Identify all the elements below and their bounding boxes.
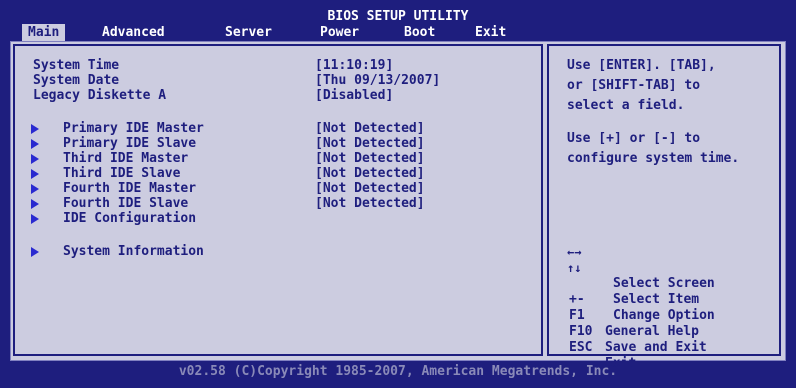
- submenu-system-information[interactable]: System Information: [15, 244, 535, 260]
- help-panel: Use [ENTER]. [TAB], or [SHIFT-TAB] to se…: [547, 44, 781, 371]
- submenu-arrow-icon: [31, 214, 39, 224]
- key-help-exit: ESC Exit: [563, 324, 777, 371]
- submenu-label: Third IDE Master: [63, 151, 189, 166]
- left-right-arrows-icon: ←→: [567, 245, 582, 259]
- submenu-value: [Not Detected]: [315, 196, 425, 211]
- tab-advanced[interactable]: Advanced: [102, 24, 165, 42]
- key-help-desc: Save and Exit: [605, 340, 707, 355]
- submenu-value: [Not Detected]: [315, 151, 425, 166]
- copyright-footer: v02.58 (C)Copyright 1985-2007, American …: [178, 364, 618, 379]
- key-help-select-screen: ←→ Select Screen: [563, 244, 777, 291]
- submenu-third-ide-slave[interactable]: Third IDE Slave [Not Detected]: [15, 166, 535, 182]
- tab-main[interactable]: Main: [22, 24, 66, 42]
- tab-server[interactable]: Server: [225, 24, 272, 42]
- submenu-arrow-icon: [31, 199, 39, 209]
- up-down-arrows-icon: ↑↓: [567, 261, 582, 275]
- submenu-arrow-icon: [31, 169, 39, 179]
- setting-legacy-diskette-a[interactable]: Legacy Diskette A [Disabled]: [15, 88, 535, 104]
- bios-frame: System Time [11:10:19] System Date [Thu …: [10, 41, 786, 371]
- main-settings-panel: System Time [11:10:19] System Date [Thu …: [13, 44, 543, 356]
- submenu-arrow-icon: [31, 184, 39, 194]
- submenu-label: Fourth IDE Master: [63, 181, 197, 196]
- key-help-change-option: +- Change Option: [563, 276, 777, 323]
- submenu-arrow-icon: [31, 124, 39, 134]
- bios-title: BIOS SETUP UTILITY: [327, 9, 469, 24]
- submenu-third-ide-master[interactable]: Third IDE Master [Not Detected]: [15, 151, 535, 167]
- submenu-arrow-icon: [31, 139, 39, 149]
- submenu-primary-ide-slave[interactable]: Primary IDE Slave [Not Detected]: [15, 136, 535, 152]
- setting-value[interactable]: [11:10:19]: [315, 58, 393, 74]
- help-text-line: or [SHIFT-TAB] to: [567, 78, 701, 93]
- submenu-arrow-icon: [31, 154, 39, 164]
- tab-exit[interactable]: Exit: [475, 24, 506, 42]
- submenu-label: System Information: [63, 244, 204, 259]
- submenu-ide-configuration[interactable]: IDE Configuration: [15, 211, 535, 227]
- setting-value[interactable]: [Thu 09/13/2007]: [315, 73, 440, 89]
- help-text-line: Use [+] or [-] to: [567, 131, 701, 146]
- help-text-line: Use [ENTER]. [TAB],: [567, 58, 716, 73]
- submenu-arrow-icon: [31, 247, 39, 257]
- setting-label: Legacy Diskette A: [33, 88, 167, 103]
- key-help-key: ESC: [569, 340, 593, 355]
- key-help-general-help: F1 General Help: [563, 292, 777, 339]
- setting-label: System Date: [33, 73, 120, 88]
- key-help-select-item: ↑↓ Select Item: [563, 260, 777, 307]
- submenu-value: [Not Detected]: [315, 166, 425, 181]
- submenu-value: [Not Detected]: [315, 121, 425, 136]
- tab-power[interactable]: Power: [320, 24, 359, 42]
- submenu-fourth-ide-slave[interactable]: Fourth IDE Slave [Not Detected]: [15, 196, 535, 212]
- submenu-value: [Not Detected]: [315, 181, 425, 196]
- submenu-primary-ide-master[interactable]: Primary IDE Master [Not Detected]: [15, 121, 535, 137]
- key-help-save-exit: F10 Save and Exit: [563, 308, 777, 355]
- submenu-label: Primary IDE Master: [63, 121, 204, 136]
- submenu-label: Fourth IDE Slave: [63, 196, 189, 211]
- submenu-label: Primary IDE Slave: [63, 136, 197, 151]
- help-text-line: configure system time.: [567, 151, 740, 166]
- help-text-line: select a field.: [567, 98, 685, 113]
- setting-system-date[interactable]: System Date [Thu 09/13/2007]: [15, 73, 535, 89]
- submenu-label: Third IDE Slave: [63, 166, 181, 181]
- setting-label: System Time: [33, 58, 120, 73]
- menu-tabs: Main Advanced Server Power Boot Exit: [8, 24, 788, 42]
- setting-value[interactable]: [Disabled]: [315, 88, 393, 104]
- submenu-label: IDE Configuration: [63, 211, 197, 226]
- submenu-value: [Not Detected]: [315, 136, 425, 151]
- setting-system-time[interactable]: System Time [11:10:19]: [15, 58, 535, 74]
- tab-boot[interactable]: Boot: [404, 24, 435, 42]
- submenu-fourth-ide-master[interactable]: Fourth IDE Master [Not Detected]: [15, 181, 535, 197]
